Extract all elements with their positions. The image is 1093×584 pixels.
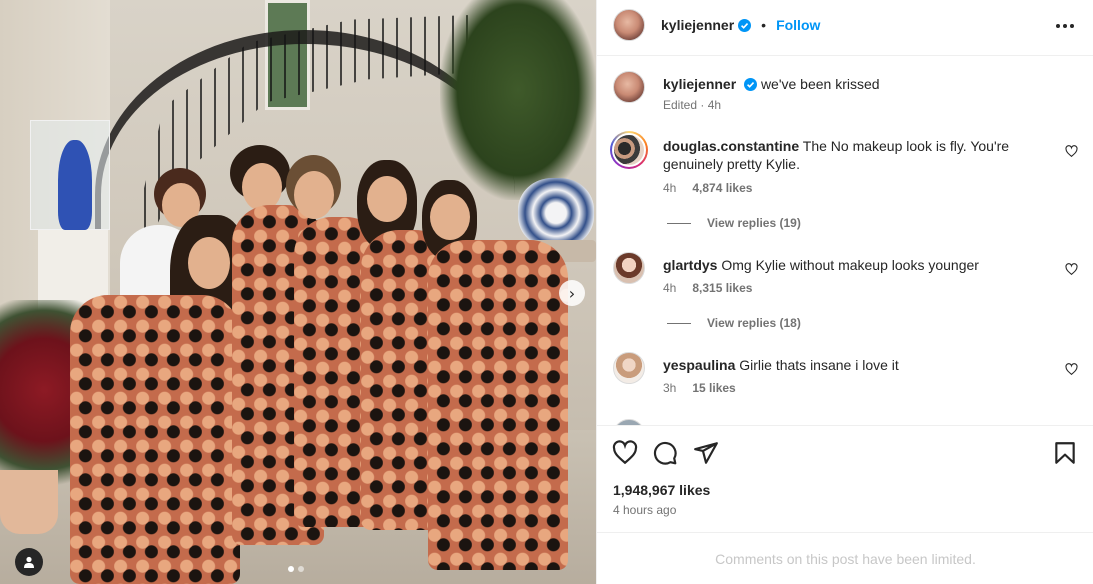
view-replies-button[interactable]: View replies (18) <box>667 316 801 330</box>
comment-time: 4h <box>663 181 677 195</box>
comment-heart-icon[interactable] <box>1065 363 1078 376</box>
bookmark-icon[interactable] <box>1052 440 1078 466</box>
comment-body: douglas.constantine The No makeup look i… <box>663 137 1033 173</box>
carousel-next-button[interactable]: › <box>559 280 585 306</box>
comment-username[interactable]: douglas.constantine <box>663 138 799 154</box>
post-actions: 1,948,967 likes 4 hours ago Comments on … <box>597 425 1093 584</box>
verified-badge-icon <box>744 78 758 91</box>
post-header: kyliejenner • Follow <box>597 0 1093 56</box>
header-separator: • <box>761 17 767 33</box>
photo-person-6 <box>420 180 590 580</box>
carousel-dot-1 <box>288 566 294 572</box>
comment-username[interactable]: yespaulina <box>663 357 735 373</box>
heart-icon[interactable] <box>612 440 638 466</box>
commenter-avatar[interactable] <box>613 352 645 384</box>
comment-likes[interactable]: 15 likes <box>692 381 735 395</box>
comment-time: 3h <box>663 381 677 395</box>
comment-username[interactable]: glartdys <box>663 257 717 273</box>
comment-body: yespaulina Girlie thats insane i love it <box>663 356 1033 374</box>
verified-badge-icon <box>738 18 752 32</box>
comment-text: Girlie thats insane i love it <box>739 357 899 373</box>
author-avatar[interactable] <box>613 9 645 41</box>
comment-text: Omg Kylie without makeup looks younger <box>721 257 979 273</box>
post-timestamp[interactable]: 4 hours ago <box>613 503 676 517</box>
photo-plant <box>440 0 596 200</box>
post-caption: kyliejenner we've been krissed <box>663 75 1063 93</box>
user-tag-icon <box>24 556 34 568</box>
caption-text: we've been krissed <box>760 76 880 92</box>
carousel-indicator <box>288 566 304 572</box>
comments-limited-text: Comments on this post have been limited. <box>715 551 976 567</box>
view-replies-label: View replies (19) <box>707 216 801 230</box>
tagged-users-button[interactable] <box>15 548 43 576</box>
replies-divider <box>667 322 691 324</box>
photo-flower-pot <box>0 470 58 534</box>
comment-meta: 4h 8,315 likes <box>663 281 752 295</box>
comment-time: 4h <box>663 281 677 295</box>
comment-likes[interactable]: 8,315 likes <box>692 281 752 295</box>
follow-button[interactable]: Follow <box>776 17 820 33</box>
carousel-dot-2 <box>298 566 304 572</box>
post-details-panel: kyliejenner • Follow kyliejenner we've b… <box>596 0 1093 584</box>
caption-meta: Edited · 4h <box>663 98 722 112</box>
comments-list[interactable]: kyliejenner we've been krissed Edited · … <box>597 57 1093 425</box>
chevron-right-icon: › <box>568 283 576 303</box>
post-photo[interactable]: › <box>0 0 596 584</box>
comment-heart-icon[interactable] <box>1065 263 1078 276</box>
comment-meta: 3h 15 likes <box>663 381 736 395</box>
caption-username[interactable]: kyliejenner <box>663 76 736 92</box>
comment-likes[interactable]: 4,874 likes <box>692 181 752 195</box>
comment-heart-icon[interactable] <box>1065 145 1078 158</box>
caption-avatar[interactable] <box>613 71 645 103</box>
author-username[interactable]: kyliejenner <box>661 17 734 33</box>
comment-icon[interactable] <box>652 440 678 466</box>
replies-divider <box>667 222 691 224</box>
comment-body: glartdys Omg Kylie without makeup looks … <box>663 256 1033 274</box>
commenter-avatar[interactable] <box>613 252 645 284</box>
comment-meta: 4h 4,874 likes <box>663 181 752 195</box>
total-likes[interactable]: 1,948,967 likes <box>613 482 710 498</box>
view-replies-button[interactable]: View replies (19) <box>667 216 801 230</box>
more-options-icon[interactable] <box>1056 16 1076 36</box>
comments-limited-notice: Comments on this post have been limited. <box>597 532 1093 584</box>
share-icon[interactable] <box>693 440 719 466</box>
view-replies-label: View replies (18) <box>707 316 801 330</box>
commenter-avatar[interactable] <box>610 131 648 169</box>
author-info: kyliejenner • Follow <box>661 17 820 33</box>
